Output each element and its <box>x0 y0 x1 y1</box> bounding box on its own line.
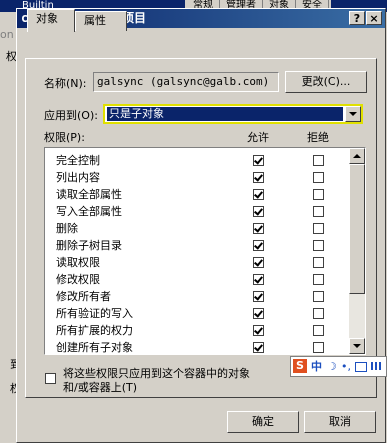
allow-checkbox[interactable] <box>253 325 264 336</box>
cancel-button[interactable]: 取消 <box>304 411 376 433</box>
permission-row: 修改权限 <box>45 271 349 288</box>
permission-name: 删除 <box>56 222 78 235</box>
allow-checkbox[interactable] <box>253 240 264 251</box>
permissions-list: 完全控制列出内容读取全部属性 写入全部属性 删除删除子树目录 读取权限修改权限修改所有… <box>44 147 366 355</box>
background-fragment: on <box>0 28 14 41</box>
allow-checkbox[interactable] <box>253 257 264 268</box>
apply-to-select[interactable]: 只是子对象 <box>103 104 363 124</box>
tab-properties[interactable]: 属性 <box>75 11 127 31</box>
moon-icon[interactable]: ☽ <box>327 357 337 376</box>
permission-name: 删除子树目录 <box>56 239 122 252</box>
menu-grip-icon[interactable] <box>371 362 381 370</box>
permission-row: 完全控制 <box>45 152 349 169</box>
permission-row: 删除 <box>45 220 349 237</box>
allow-checkbox[interactable] <box>253 308 264 319</box>
permission-name: 列出内容 <box>56 171 100 184</box>
ime-mode-toggle[interactable]: 中 <box>311 357 322 376</box>
permission-row: 所有验证的写入 <box>45 305 349 322</box>
allow-checkbox[interactable] <box>253 155 264 166</box>
allow-checkbox[interactable] <box>253 172 264 183</box>
ime-logo-icon[interactable]: S <box>293 359 307 373</box>
chevron-down-icon[interactable] <box>345 106 361 122</box>
apply-to-value: 只是子对象 <box>107 107 343 121</box>
permission-name: 修改所有者 <box>56 290 111 303</box>
permission-name: 修改权限 <box>56 273 100 286</box>
deny-checkbox[interactable] <box>313 206 324 217</box>
deny-checkbox[interactable] <box>313 308 324 319</box>
deny-column-header: 拒绝 <box>307 131 329 144</box>
permission-name: 读取权限 <box>56 256 100 269</box>
ime-toolbar: S 中 ☽ •, <box>290 356 387 377</box>
permission-name: 读取全部属性 <box>56 188 122 201</box>
inherit-checkbox[interactable] <box>45 373 56 384</box>
scroll-thumb[interactable] <box>349 164 365 294</box>
deny-checkbox[interactable] <box>313 257 324 268</box>
deny-checkbox[interactable] <box>313 155 324 166</box>
keyboard-icon[interactable] <box>355 362 367 372</box>
permission-entry-dialog: contacts 的权限项目 ? × 对象 属性 名称(N): galsync … <box>16 8 386 443</box>
deny-checkbox[interactable] <box>313 223 324 234</box>
deny-checkbox[interactable] <box>313 342 324 353</box>
allow-checkbox[interactable] <box>253 189 264 200</box>
permission-row: 列出内容 <box>45 169 349 186</box>
permission-name: 创建所有子对象 <box>56 341 133 354</box>
inherit-label-line2: 和/或容器上(T) <box>63 381 138 394</box>
allow-checkbox[interactable] <box>253 206 264 217</box>
change-button[interactable]: 更改(C)... <box>285 71 367 93</box>
permission-row: 删除子树目录 <box>45 237 349 254</box>
deny-checkbox[interactable] <box>313 172 324 183</box>
close-button[interactable]: × <box>366 11 382 25</box>
permission-row: 创建所有子对象 <box>45 339 349 354</box>
apply-to-label: 应用到(O): <box>44 109 98 122</box>
scroll-up-icon[interactable] <box>349 148 365 164</box>
name-field: galsync (galsync@galb.com) <box>93 72 279 92</box>
allow-column-header: 允许 <box>247 131 269 144</box>
permission-name: 所有扩展的权力 <box>56 324 133 337</box>
punctuation-toggle[interactable]: •, <box>341 357 351 376</box>
name-label: 名称(N): <box>44 77 87 90</box>
deny-checkbox[interactable] <box>313 240 324 251</box>
help-button[interactable]: ? <box>349 11 365 25</box>
permissions-label: 权限(P): <box>44 131 85 144</box>
permission-row: 修改所有者 <box>45 288 349 305</box>
deny-checkbox[interactable] <box>313 325 324 336</box>
tab-object[interactable]: 对象 <box>27 9 75 32</box>
allow-checkbox[interactable] <box>253 291 264 302</box>
permission-name: 完全控制 <box>56 154 100 167</box>
scroll-down-icon[interactable] <box>349 338 365 354</box>
allow-checkbox[interactable] <box>253 223 264 234</box>
allow-checkbox[interactable] <box>253 274 264 285</box>
ok-button[interactable]: 确定 <box>227 411 299 433</box>
permission-row: 读取全部属性 <box>45 186 349 203</box>
permission-row: 所有扩展的权力 <box>45 322 349 339</box>
deny-checkbox[interactable] <box>313 291 324 302</box>
deny-checkbox[interactable] <box>313 274 324 285</box>
permissions-scrollbar[interactable] <box>349 148 365 354</box>
permission-name: 写入全部属性 <box>56 205 122 218</box>
permission-row: 读取权限 <box>45 254 349 271</box>
deny-checkbox[interactable] <box>313 189 324 200</box>
allow-checkbox[interactable] <box>253 342 264 353</box>
permission-name: 所有验证的写入 <box>56 307 133 320</box>
permission-row: 写入全部属性 <box>45 203 349 220</box>
